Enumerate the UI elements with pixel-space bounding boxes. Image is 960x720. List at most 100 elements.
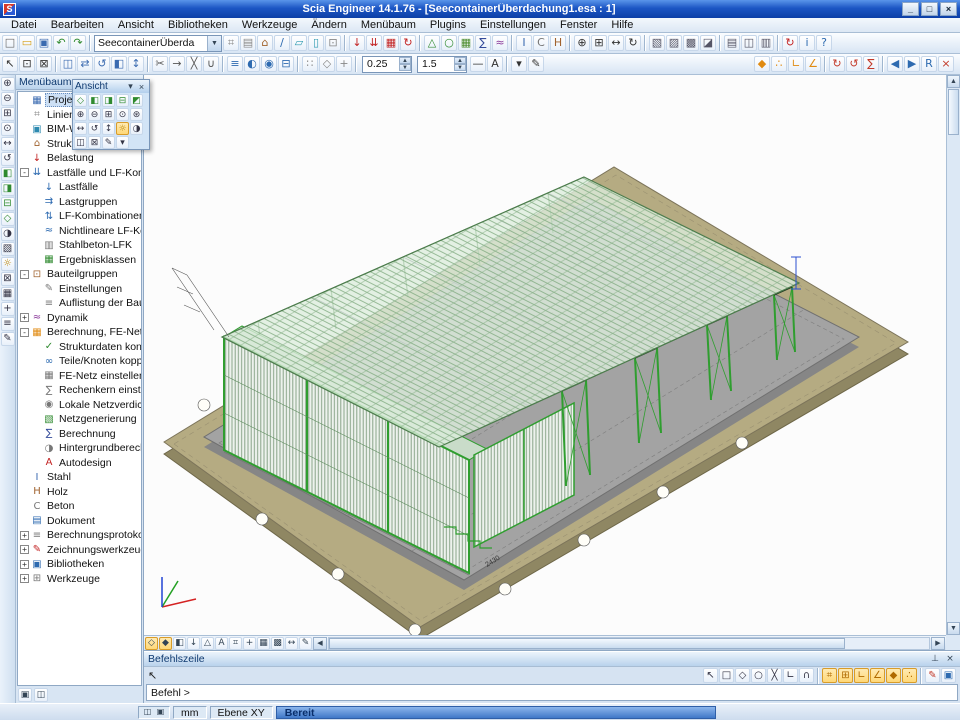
close-button[interactable]: ×	[940, 2, 957, 16]
restore-button[interactable]: □	[921, 2, 938, 16]
tree-item-berechnung-fe-netz[interactable]: -▦Berechnung, FE-Netz	[18, 325, 141, 340]
menu-bibliotheken[interactable]: Bibliotheken	[161, 19, 235, 31]
dimension-toggle-icon[interactable]: ↔	[285, 637, 298, 650]
results-icon[interactable]: ≈	[492, 35, 508, 51]
save-icon[interactable]: ▣	[36, 35, 52, 51]
accelerator-icon[interactable]: ◆	[754, 56, 770, 72]
close-icon[interactable]: ×	[944, 654, 956, 664]
tree-item-stahl[interactable]: IStahl	[18, 470, 141, 485]
copy-icon[interactable]: ◫	[60, 56, 76, 72]
moment-load-icon[interactable]: ↻	[400, 35, 416, 51]
edit-icon[interactable]: ✎	[1, 332, 15, 346]
chevron-down-icon[interactable]: ▾	[125, 81, 136, 92]
hinge-icon[interactable]: ○	[441, 35, 457, 51]
expand-icon[interactable]: +	[20, 560, 29, 569]
document-icon[interactable]: ▥	[758, 35, 774, 51]
ucs-icon[interactable]: +	[336, 56, 352, 72]
gallery-icon[interactable]: ◫	[741, 35, 757, 51]
snap-points-icon[interactable]: ∴	[771, 56, 787, 72]
zoom-all-icon[interactable]: ⊙	[116, 108, 129, 121]
menu-plugins[interactable]: Plugins	[423, 19, 473, 31]
break-icon[interactable]: ╳	[186, 56, 202, 72]
zoom-window-icon[interactable]: ⊞	[1, 107, 15, 121]
collapse-icon[interactable]: -	[20, 328, 29, 337]
tree-item-dokument[interactable]: ▤Dokument	[18, 514, 141, 529]
next-view-icon[interactable]: ▶	[904, 56, 920, 72]
tree-item-hintergrundberechnu[interactable]: ◑Hintergrundberechnu	[18, 441, 141, 456]
command-input[interactable]: Befehl >	[146, 684, 958, 701]
panel-menu-icon[interactable]: ▣	[18, 688, 32, 702]
tree-item-belastung[interactable]: ↓Belastung	[18, 151, 141, 166]
select-cursor-icon[interactable]: ↖	[2, 56, 18, 72]
spinner-up-icon[interactable]: ▲	[454, 57, 466, 64]
loads-toggle-icon[interactable]: ↓	[187, 637, 200, 650]
menu-menbaum[interactable]: Menübaum	[354, 19, 423, 31]
vertical-scroll-thumb[interactable]	[948, 89, 959, 135]
walk-icon[interactable]: ↕	[102, 122, 115, 135]
scroll-down-icon[interactable]: ▼	[947, 622, 960, 635]
tree-item-einstellungen[interactable]: ✎Einstellungen	[18, 282, 141, 297]
zoom-out-icon[interactable]: ⊖	[88, 108, 101, 121]
wireframe-icon[interactable]: ▧	[1, 242, 15, 256]
tree-item-lastfälle-und-lf-kombina[interactable]: -⇊Lastfälle und LF-Kombina	[18, 166, 141, 181]
polar-track-icon[interactable]: ∠	[805, 56, 821, 72]
ortho-mode-icon[interactable]: ∟	[788, 56, 804, 72]
view-params-icon[interactable]: ✎	[102, 136, 115, 149]
expand-icon[interactable]: +	[20, 313, 29, 322]
named-view-icon[interactable]: ▾	[511, 56, 527, 72]
point-load-icon[interactable]: ↓	[349, 35, 365, 51]
mirror-icon[interactable]: ◧	[111, 56, 127, 72]
tree-item-dynamik[interactable]: +≈Dynamik	[18, 311, 141, 326]
rotate-icon[interactable]: ↺	[88, 122, 101, 135]
view-axo-icon[interactable]: ◇	[74, 94, 87, 107]
regen-icon[interactable]: ↺	[846, 56, 862, 72]
layout-icon[interactable]: ▣	[155, 707, 166, 718]
support-icon[interactable]: △	[424, 35, 440, 51]
scroll-right-icon[interactable]: ▶	[931, 637, 945, 650]
load-scale-spinner[interactable]: 0.25 ▲▼	[362, 56, 412, 73]
zoom-window-icon[interactable]: ⊞	[102, 108, 115, 121]
menu-bearbeiten[interactable]: Bearbeiten	[44, 19, 111, 31]
horizontal-scroll-thumb[interactable]	[329, 638, 845, 649]
tree-item-netzgenerierung[interactable]: ▧Netzgenerierung	[18, 412, 141, 427]
render-toggle-icon[interactable]: ◧	[173, 637, 186, 650]
horizontal-scrollbar[interactable]	[328, 637, 930, 650]
light-icon[interactable]: ☼	[1, 257, 15, 271]
quick-calc-icon[interactable]: ∑	[863, 56, 879, 72]
move-icon[interactable]: ⇄	[77, 56, 93, 72]
storey-icon[interactable]: ▤	[240, 35, 256, 51]
wall-icon[interactable]: ▯	[308, 35, 324, 51]
open-project-icon[interactable]: ▭	[19, 35, 35, 51]
center-snap-icon[interactable]: ○	[751, 668, 766, 683]
activity-icon[interactable]: ◐	[244, 56, 260, 72]
midpoint-snap-icon[interactable]: ◇	[735, 668, 750, 683]
update-icon[interactable]: ↻	[782, 35, 798, 51]
redo-icon[interactable]: ↷	[70, 35, 86, 51]
calculation-icon[interactable]: ∑	[475, 35, 491, 51]
select-window-icon[interactable]: ⊡	[19, 56, 35, 72]
refresh-icon[interactable]: R	[921, 56, 937, 72]
labels-toggle-icon[interactable]: A	[215, 637, 228, 650]
front-view-icon[interactable]: ◧	[1, 167, 15, 181]
list-icon[interactable]: ≡	[1, 317, 15, 331]
viewport-3d[interactable]: 2430 ▲ ▼	[144, 75, 960, 651]
new-project-icon[interactable]: □	[2, 35, 18, 51]
clip-icon[interactable]: ⊠	[1, 272, 15, 286]
local-axes-toggle-icon[interactable]: +	[243, 637, 256, 650]
axonometric-view-icon[interactable]: ◇	[1, 212, 15, 226]
collapse-icon[interactable]: -	[20, 270, 29, 279]
scroll-up-icon[interactable]: ▲	[947, 75, 960, 88]
print-icon[interactable]: ▤	[724, 35, 740, 51]
render-settings-icon[interactable]: ▾	[116, 136, 129, 149]
ansicht-palette-header[interactable]: Ansicht ▾ ×	[73, 80, 149, 93]
status-plane[interactable]: Ebene XY	[210, 706, 273, 719]
tree-item-bibliotheken[interactable]: +▣Bibliotheken	[18, 557, 141, 572]
tree-item-lokale-netzverdichtur[interactable]: ◉Lokale Netzverdichtur	[18, 398, 141, 413]
volume-toggle-icon[interactable]: ▩	[271, 637, 284, 650]
concrete-icon[interactable]: C	[533, 35, 549, 51]
tree-item-auflistung-der-bauteile[interactable]: ≡Auflistung der Bauteile	[18, 296, 141, 311]
tree-item-berechnung[interactable]: ∑Berechnung	[18, 427, 141, 442]
plate-2d-icon[interactable]: ▱	[291, 35, 307, 51]
collapse-icon[interactable]: -	[20, 168, 29, 177]
expand-icon[interactable]: +	[20, 545, 29, 554]
